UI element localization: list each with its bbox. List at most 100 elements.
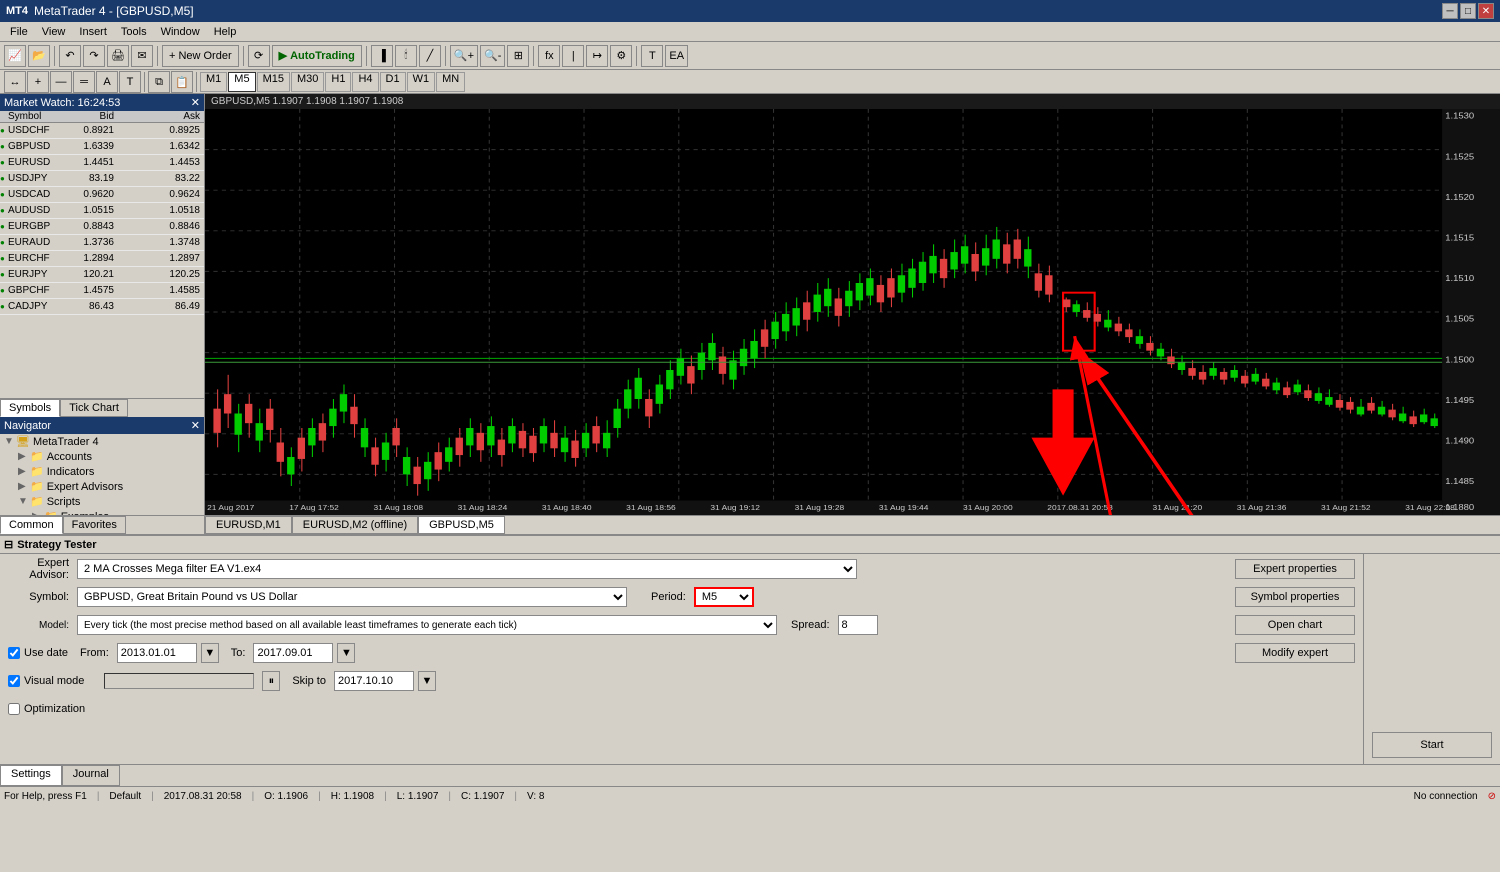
bar-chart-btn[interactable]: ▐ [371, 45, 393, 67]
period-d1[interactable]: D1 [380, 72, 406, 92]
tab-journal[interactable]: Journal [62, 765, 120, 786]
cross-btn[interactable]: + [27, 71, 49, 93]
market-watch-row[interactable]: ● CADJPY 86.43 86.49 [0, 299, 204, 315]
to-calendar-btn[interactable]: ▼ [337, 643, 355, 663]
line-btn[interactable]: — [50, 71, 72, 93]
market-watch-row[interactable]: ● EURUSD 1.4451 1.4453 [0, 155, 204, 171]
market-watch-row[interactable]: ● USDCAD 0.9620 0.9624 [0, 187, 204, 203]
from-calendar-btn[interactable]: ▼ [201, 643, 219, 663]
use-date-checkbox[interactable] [8, 647, 20, 659]
nav-accounts[interactable]: ▶ 📁 Accounts [0, 449, 204, 464]
tpl-btn[interactable]: T [641, 45, 663, 67]
period-h1[interactable]: H1 [325, 72, 351, 92]
arrow-btn[interactable]: ↔ [4, 71, 26, 93]
st-period-dropdown[interactable]: M5 [694, 587, 754, 607]
period-m30[interactable]: M30 [291, 72, 324, 92]
zoom-in-btn[interactable]: 🔍+ [450, 45, 478, 67]
period-w1[interactable]: W1 [407, 72, 436, 92]
market-watch-row[interactable]: ● USDJPY 83.19 83.22 [0, 171, 204, 187]
modify-expert-button[interactable]: Modify expert [1235, 643, 1355, 663]
menu-tools[interactable]: Tools [115, 24, 153, 40]
tab-common[interactable]: Common [0, 516, 63, 534]
market-ask: 1.3748 [118, 237, 204, 248]
visual-mode-checkbox[interactable] [8, 675, 20, 687]
market-watch-row[interactable]: ● EURGBP 0.8843 0.8846 [0, 219, 204, 235]
period-m5[interactable]: M5 [228, 72, 255, 92]
refresh-btn[interactable]: ⟳ [248, 45, 270, 67]
chart-tab-eurusd-m2[interactable]: EURUSD,M2 (offline) [292, 516, 418, 534]
start-button[interactable]: Start [1372, 732, 1492, 758]
grid-btn[interactable]: ⊞ [507, 45, 529, 67]
new-chart-btn[interactable]: 📈 [4, 45, 26, 67]
redo-btn[interactable]: ↷ [83, 45, 105, 67]
market-watch-row[interactable]: ● EURCHF 1.2894 1.2897 [0, 251, 204, 267]
minimize-button[interactable]: ─ [1442, 3, 1458, 19]
menu-file[interactable]: File [4, 24, 34, 40]
tab-settings[interactable]: Settings [0, 765, 62, 786]
nav-expert-advisors[interactable]: ▶ 📁 Expert Advisors [0, 479, 204, 494]
tab-tick-chart[interactable]: Tick Chart [60, 399, 128, 417]
open-btn[interactable]: 📂 [28, 45, 50, 67]
st-ea-dropdown[interactable]: 2 MA Crosses Mega filter EA V1.ex4 [77, 559, 857, 579]
market-watch-row[interactable]: ● EURAUD 1.3736 1.3748 [0, 235, 204, 251]
market-watch-row[interactable]: ● GBPUSD 1.6339 1.6342 [0, 139, 204, 155]
period-m1[interactable]: M1 [200, 72, 227, 92]
period-mn[interactable]: MN [436, 72, 465, 92]
text-draw-btn[interactable]: A [96, 71, 118, 93]
label-btn[interactable]: T [119, 71, 141, 93]
expert-properties-button[interactable]: Expert properties [1235, 559, 1355, 579]
market-watch-row[interactable]: ● USDCHF 0.8921 0.8925 [0, 123, 204, 139]
skipto-calendar-btn[interactable]: ▼ [418, 671, 436, 691]
nav-indicators[interactable]: ▶ 📁 Indicators [0, 464, 204, 479]
market-watch-row[interactable]: ● GBPCHF 1.4575 1.4585 [0, 283, 204, 299]
tab-favorites[interactable]: Favorites [63, 516, 126, 534]
close-icon[interactable]: ✕ [191, 96, 200, 109]
open-chart-button[interactable]: Open chart [1235, 615, 1355, 635]
menu-insert[interactable]: Insert [73, 24, 113, 40]
hline-btn[interactable]: ═ [73, 71, 95, 93]
scroll-end-btn[interactable]: ↦ [586, 45, 608, 67]
menu-help[interactable]: Help [208, 24, 243, 40]
close-button[interactable]: ✕ [1478, 3, 1494, 19]
pause-btn[interactable]: ⏸ [262, 671, 280, 691]
navigator-close-icon[interactable]: ✕ [191, 419, 200, 432]
nav-metatrader4[interactable]: ▼ 🖥 MetaTrader 4 [0, 434, 204, 449]
st-symbol-dropdown[interactable]: GBPUSD, Great Britain Pound vs US Dollar [77, 587, 627, 607]
st-model-dropdown[interactable]: Every tick (the most precise method base… [77, 615, 777, 635]
restore-button[interactable]: □ [1460, 3, 1476, 19]
svg-text:1.1505: 1.1505 [1445, 314, 1474, 324]
st-from-input[interactable] [117, 643, 197, 663]
menu-view[interactable]: View [36, 24, 72, 40]
line-chart-btn[interactable]: ╱ [419, 45, 441, 67]
new-order-button[interactable]: + New Order [162, 45, 239, 67]
undo-btn[interactable]: ↶ [59, 45, 81, 67]
market-watch-row[interactable]: ● AUDUSD 1.0515 1.0518 [0, 203, 204, 219]
svg-text:31 Aug 21:36: 31 Aug 21:36 [1237, 503, 1287, 512]
autotrading-button[interactable]: ▶ AutoTrading [272, 45, 362, 67]
period-m15[interactable]: M15 [257, 72, 290, 92]
symbol-properties-button[interactable]: Symbol properties [1235, 587, 1355, 607]
st-toggle-icon[interactable]: ⊟ [4, 538, 13, 551]
print-btn[interactable]: 🖨 [107, 45, 129, 67]
mail-btn[interactable]: ✉ [131, 45, 153, 67]
menu-window[interactable]: Window [155, 24, 206, 40]
chart-canvas[interactable]: 1.1530 1.1525 1.1520 1.1515 1.1510 1.150… [205, 109, 1500, 515]
candle-chart-btn[interactable]: 🕯 [395, 45, 417, 67]
market-watch-row[interactable]: ● EURJPY 120.21 120.25 [0, 267, 204, 283]
period-h4[interactable]: H4 [352, 72, 378, 92]
chart-tab-gbpusd-m5[interactable]: GBPUSD,M5 [418, 516, 505, 534]
st-spread-input[interactable] [838, 615, 878, 635]
chart-tab-eurusd-m1[interactable]: EURUSD,M1 [205, 516, 292, 534]
paste-btn[interactable]: 📋 [171, 71, 193, 93]
copy-btn[interactable]: ⧉ [148, 71, 170, 93]
nav-scripts[interactable]: ▼ 📁 Scripts [0, 494, 204, 509]
tab-symbols[interactable]: Symbols [0, 399, 60, 417]
ea-btn[interactable]: EA [665, 45, 688, 67]
options-btn[interactable]: ⚙ [610, 45, 632, 67]
optimization-checkbox[interactable] [8, 703, 20, 715]
st-skip-to-input[interactable] [334, 671, 414, 691]
indicators-btn[interactable]: fx [538, 45, 560, 67]
st-to-input[interactable] [253, 643, 333, 663]
zoom-out-btn[interactable]: 🔍- [480, 45, 505, 67]
period-sep-btn[interactable]: | [562, 45, 584, 67]
